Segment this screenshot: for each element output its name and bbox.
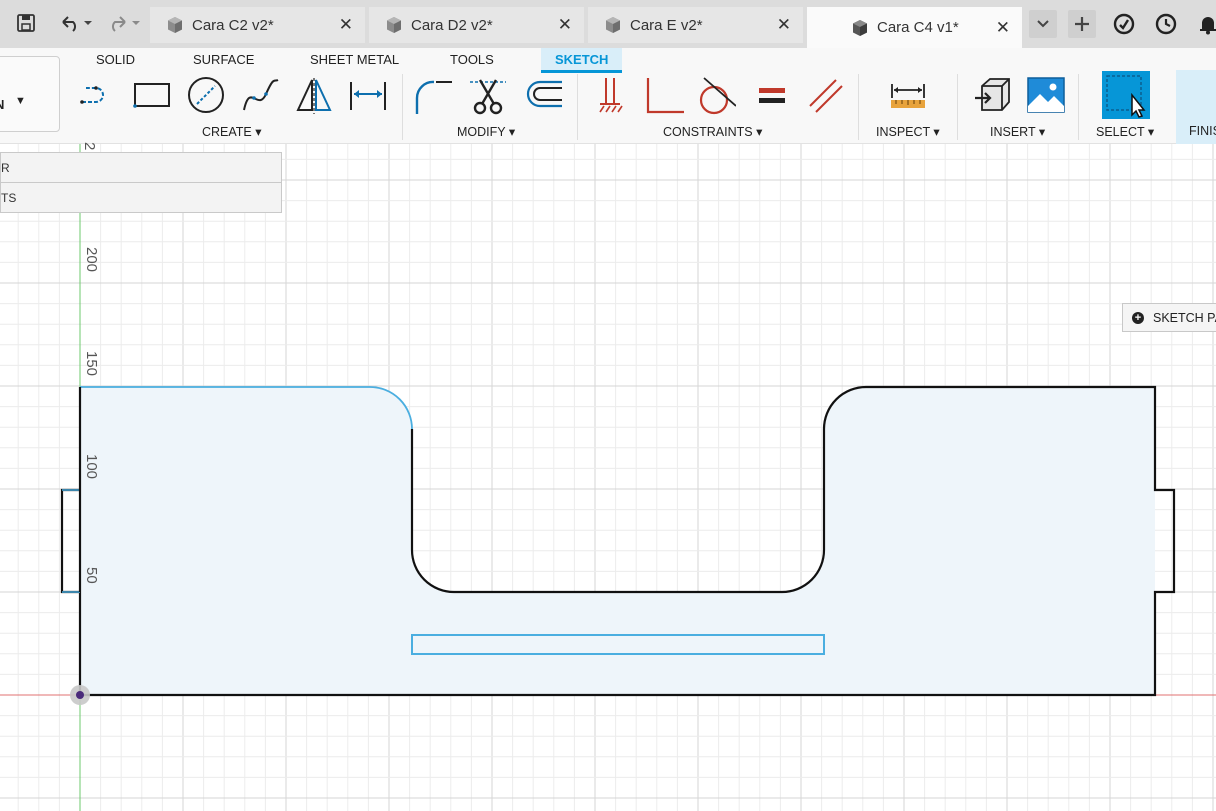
mirror-icon[interactable] [294,76,334,116]
select-menu[interactable]: SELECT ▾ [1096,124,1154,139]
inspect-menu[interactable]: INSPECT ▾ [876,124,940,139]
parallel-constraint-icon[interactable] [806,76,846,116]
sketch-canvas[interactable]: 2 200 150 100 50 [0,142,1216,811]
group-divider [858,74,859,140]
document-tab-bar: Cara C2 v2* ✕ Cara D2 v2* ✕ Cara E v2* ✕… [0,0,1216,48]
workspace-switcher[interactable]: N ▼ [0,56,60,132]
left-tab-edge[interactable] [60,488,80,594]
y-tick-150: 150 [83,351,100,377]
circle-icon[interactable] [186,76,226,116]
browser-row-label: TS [1,190,17,205]
notification-icon[interactable] [1194,10,1216,38]
perpendicular-constraint-icon[interactable] [644,76,684,116]
y-tick-partial: 2 [81,142,98,151]
tab-label: Cara C4 v1* [877,19,959,36]
measure-icon[interactable] [888,76,928,116]
browser-row-label: R [1,160,10,175]
document-tab[interactable]: Cara E v2* ✕ [588,7,803,43]
tab-solid[interactable]: SOLID [96,48,135,70]
line-icon[interactable] [78,76,118,116]
constraints-menu[interactable]: CONSTRAINTS ▾ [663,124,762,139]
close-icon[interactable]: ✕ [996,18,1010,38]
close-icon[interactable]: ✕ [777,15,791,35]
group-divider [1078,74,1079,140]
y-tick-200: 200 [83,247,100,273]
group-divider [402,74,403,140]
equal-constraint-icon[interactable] [752,76,792,116]
workspace-label: N [0,97,4,112]
job-status-icon[interactable] [1110,10,1138,38]
save-icon[interactable] [14,10,38,36]
new-tab-icon[interactable] [1068,10,1096,38]
origin-icon [76,691,84,699]
group-divider [957,74,958,140]
sketch-profile[interactable] [80,387,1155,695]
document-tab-active[interactable]: Cara C4 v1* ✕ [807,7,1022,48]
rectangle-icon[interactable] [132,76,172,116]
close-icon[interactable]: ✕ [339,15,353,35]
undo-icon[interactable] [56,10,96,36]
fillet-icon[interactable] [414,76,454,116]
group-divider [577,74,578,140]
tangent-constraint-icon[interactable] [696,76,737,116]
tab-tools[interactable]: TOOLS [450,48,494,70]
offset-icon[interactable] [522,76,562,116]
close-icon[interactable]: ✕ [558,15,572,35]
finish-sketch-label: FINIS [1189,124,1216,138]
document-tab[interactable]: Cara D2 v2* ✕ [369,7,584,43]
trim-icon[interactable] [468,76,508,116]
cube-icon [387,17,401,33]
sketch-palette-label: SKETCH PA [1153,310,1216,325]
tab-sketch[interactable]: SKETCH [541,48,623,73]
modify-menu[interactable]: MODIFY ▾ [457,124,515,139]
cube-icon [606,17,620,33]
insert-derive-icon[interactable] [972,76,1012,116]
spline-icon[interactable] [240,76,280,116]
tab-label: Cara E v2* [630,16,703,34]
coincident-constraint-icon[interactable] [592,76,632,116]
left-tab-edge-selected[interactable] [62,489,80,593]
caret-down-icon: ▼ [15,95,26,107]
y-tick-100: 100 [83,454,100,480]
dimension-icon[interactable] [348,76,388,116]
insert-canvas-image-icon[interactable] [1026,76,1066,116]
clock-icon[interactable] [1152,10,1180,38]
select-icon[interactable] [1102,71,1150,119]
dropdown-chevron-icon[interactable] [1029,10,1057,38]
sketch-palette-toggle[interactable]: + SKETCH PA [1122,303,1216,332]
document-tab[interactable]: Cara C2 v2* ✕ [150,7,365,43]
browser-row[interactable]: TS [0,182,282,213]
tab-label: Cara C2 v2* [192,16,274,34]
redo-icon[interactable] [104,10,144,36]
cube-icon [853,19,867,36]
y-tick-50: 50 [83,567,100,584]
browser-row[interactable]: R [0,152,282,183]
create-menu[interactable]: CREATE ▾ [202,124,262,139]
plus-circle-icon: + [1132,312,1144,324]
tab-sheet-metal[interactable]: SHEET METAL [310,48,399,70]
canvas-grid [0,144,1216,811]
toolbar-ribbon: SOLID SURFACE SHEET METAL TOOLS SKETCH N… [0,48,1216,144]
tab-surface[interactable]: SURFACE [193,48,254,70]
insert-menu[interactable]: INSERT ▾ [990,124,1045,139]
cube-icon [168,17,182,33]
tab-label: Cara D2 v2* [411,16,493,34]
